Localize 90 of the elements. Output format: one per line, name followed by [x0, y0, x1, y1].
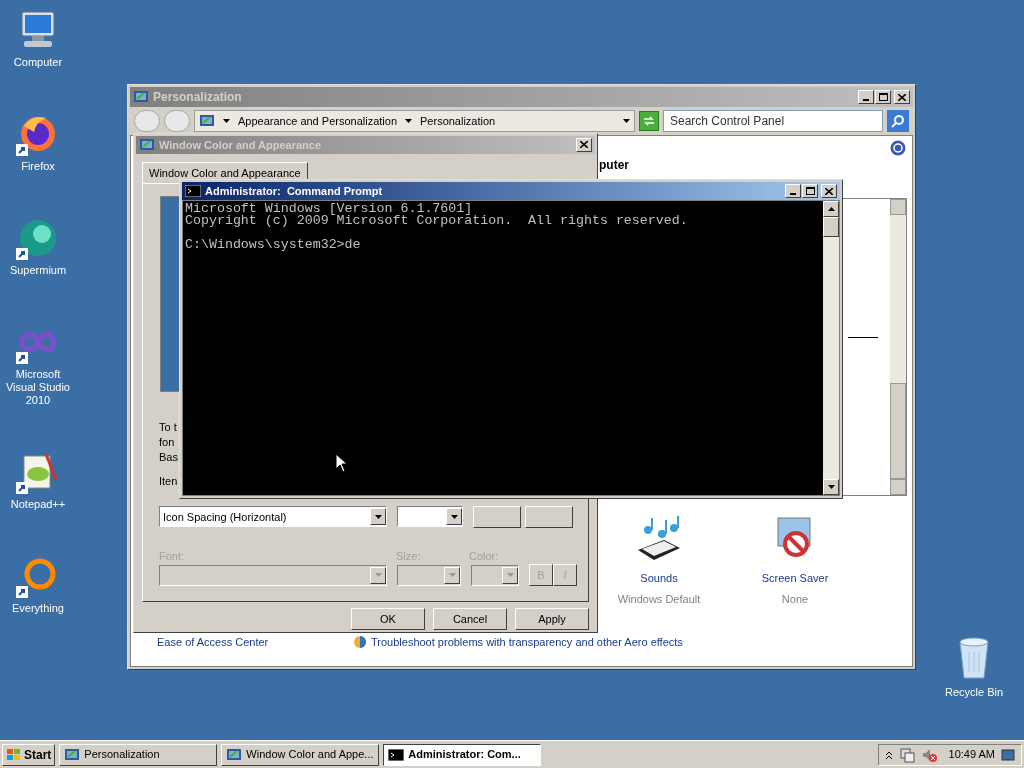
caret-icon[interactable] [223, 119, 230, 123]
close-button[interactable] [821, 184, 837, 198]
console-icon [388, 748, 405, 761]
setting-value: None [781, 591, 809, 607]
control-panel-icon [139, 136, 155, 153]
description-text: Bas [159, 450, 178, 466]
mouse-pointer-icon [335, 453, 347, 473]
chevron-up-icon[interactable] [884, 749, 893, 760]
description-text: To t [159, 420, 178, 436]
minimize-button[interactable] [785, 184, 801, 198]
window-title: Personalization [153, 89, 243, 106]
color-dropdown[interactable] [471, 564, 519, 586]
size-up-button[interactable] [473, 506, 521, 529]
shortcut-arrow-icon [16, 352, 28, 364]
size-dropdown[interactable] [397, 506, 463, 528]
window-title: Administrator: Command Prompt [205, 183, 384, 199]
size-down-button[interactable] [525, 506, 573, 529]
refresh-icon [643, 116, 655, 126]
console-line: Copyright (c) 2009 Microsoft Corporation. All rights reserved. [185, 215, 688, 227]
troubleshoot-link[interactable]: Troubleshoot problems with transparency and other Aero effects [371, 634, 683, 651]
dialog-button[interactable]: Apply [515, 608, 589, 630]
console-prompt[interactable]: C:\Windows\system32>de [185, 239, 361, 251]
shortcut-arrow-icon [16, 144, 28, 156]
close-icon [580, 141, 588, 149]
section-heading: puter [599, 157, 629, 174]
caret-icon [374, 573, 382, 578]
desktop-icon-label[interactable]: Recycle Bin [944, 684, 1004, 701]
console-icon [185, 185, 201, 197]
recycle-bin-icon [956, 636, 992, 680]
setting-link[interactable]: Sounds [640, 570, 678, 587]
scroll-thumb[interactable] [823, 217, 839, 237]
control-panel-icon [199, 113, 215, 129]
down-arrow-icon [827, 485, 835, 489]
breadcrumb-item[interactable]: Personalization [420, 112, 496, 130]
windows-logo-icon [6, 747, 22, 762]
setting-value: Windows Default [617, 591, 701, 607]
network-icon[interactable] [898, 746, 915, 763]
address-bar[interactable]: Appearance and Personalization Personalization [194, 110, 635, 132]
breadcrumb-item[interactable]: Appearance and Personalization [238, 112, 397, 130]
search-button[interactable] [887, 110, 909, 132]
window-title: Window Color and Appearance [159, 137, 323, 153]
caret-icon [450, 514, 458, 519]
shortcut-arrow-icon [16, 482, 28, 494]
close-button[interactable] [576, 137, 592, 152]
start-button[interactable]: Start [2, 743, 56, 766]
control-panel-icon [133, 89, 149, 105]
minimize-button[interactable] [858, 90, 874, 104]
size-dropdown[interactable] [397, 564, 461, 586]
caret-icon [374, 514, 382, 519]
search-field[interactable]: Search Control Panel [663, 110, 883, 132]
scrollbar[interactable] [823, 201, 839, 495]
item-dropdown[interactable]: Icon Spacing (Horizontal) [159, 506, 387, 528]
taskbar-button[interactable]: Personalization [59, 743, 218, 766]
close-icon [898, 93, 906, 101]
shield-icon [353, 635, 367, 650]
desktop-icon-label[interactable]: Everything [12, 602, 64, 615]
see-also-link[interactable]: Ease of Access Center [157, 634, 269, 651]
scrollbar[interactable] [890, 199, 906, 495]
up-arrow-icon [827, 207, 835, 211]
dialog-button[interactable]: OK [351, 608, 425, 630]
font-dropdown[interactable] [159, 564, 387, 586]
close-icon [825, 187, 833, 195]
maximize-button[interactable] [802, 184, 818, 198]
desktop-icon-label[interactable]: Computer [13, 56, 63, 69]
clock[interactable]: 10:49 AM [948, 746, 995, 763]
console-line: Microsoft Windows [Version 6.1.7601] [185, 203, 473, 215]
dialog-button[interactable]: Cancel [433, 608, 507, 630]
desktop-icon-label[interactable]: Microsoft Visual Studio 2010 [0, 368, 76, 407]
shortcut-arrow-icon [16, 248, 28, 260]
control-panel-icon [226, 746, 243, 763]
search-icon [891, 114, 905, 128]
taskbar-button[interactable]: Window Color and Appe... [221, 743, 380, 766]
refresh-button[interactable] [639, 111, 659, 131]
item-label: Iten [159, 474, 178, 490]
caret-icon [506, 573, 514, 578]
show-desktop-icon[interactable] [1001, 748, 1015, 761]
desktop-icon-label[interactable]: Notepad++ [10, 498, 66, 511]
setting-link[interactable]: Screen Saver [761, 570, 829, 587]
help-icon[interactable] [890, 140, 906, 156]
desktop-icon-label[interactable]: Supermium [9, 264, 67, 277]
desktop-icon-label[interactable]: Firefox [21, 160, 55, 173]
close-button[interactable] [894, 90, 910, 104]
caret-icon [448, 573, 456, 578]
caret-icon[interactable] [623, 119, 630, 123]
caret-icon[interactable] [405, 119, 412, 123]
maximize-button[interactable] [875, 90, 891, 104]
shortcut-arrow-icon [16, 586, 28, 598]
taskbar-button[interactable]: Administrator: Com... [383, 743, 542, 766]
control-panel-icon [64, 746, 81, 763]
description-text: fon [159, 435, 176, 451]
